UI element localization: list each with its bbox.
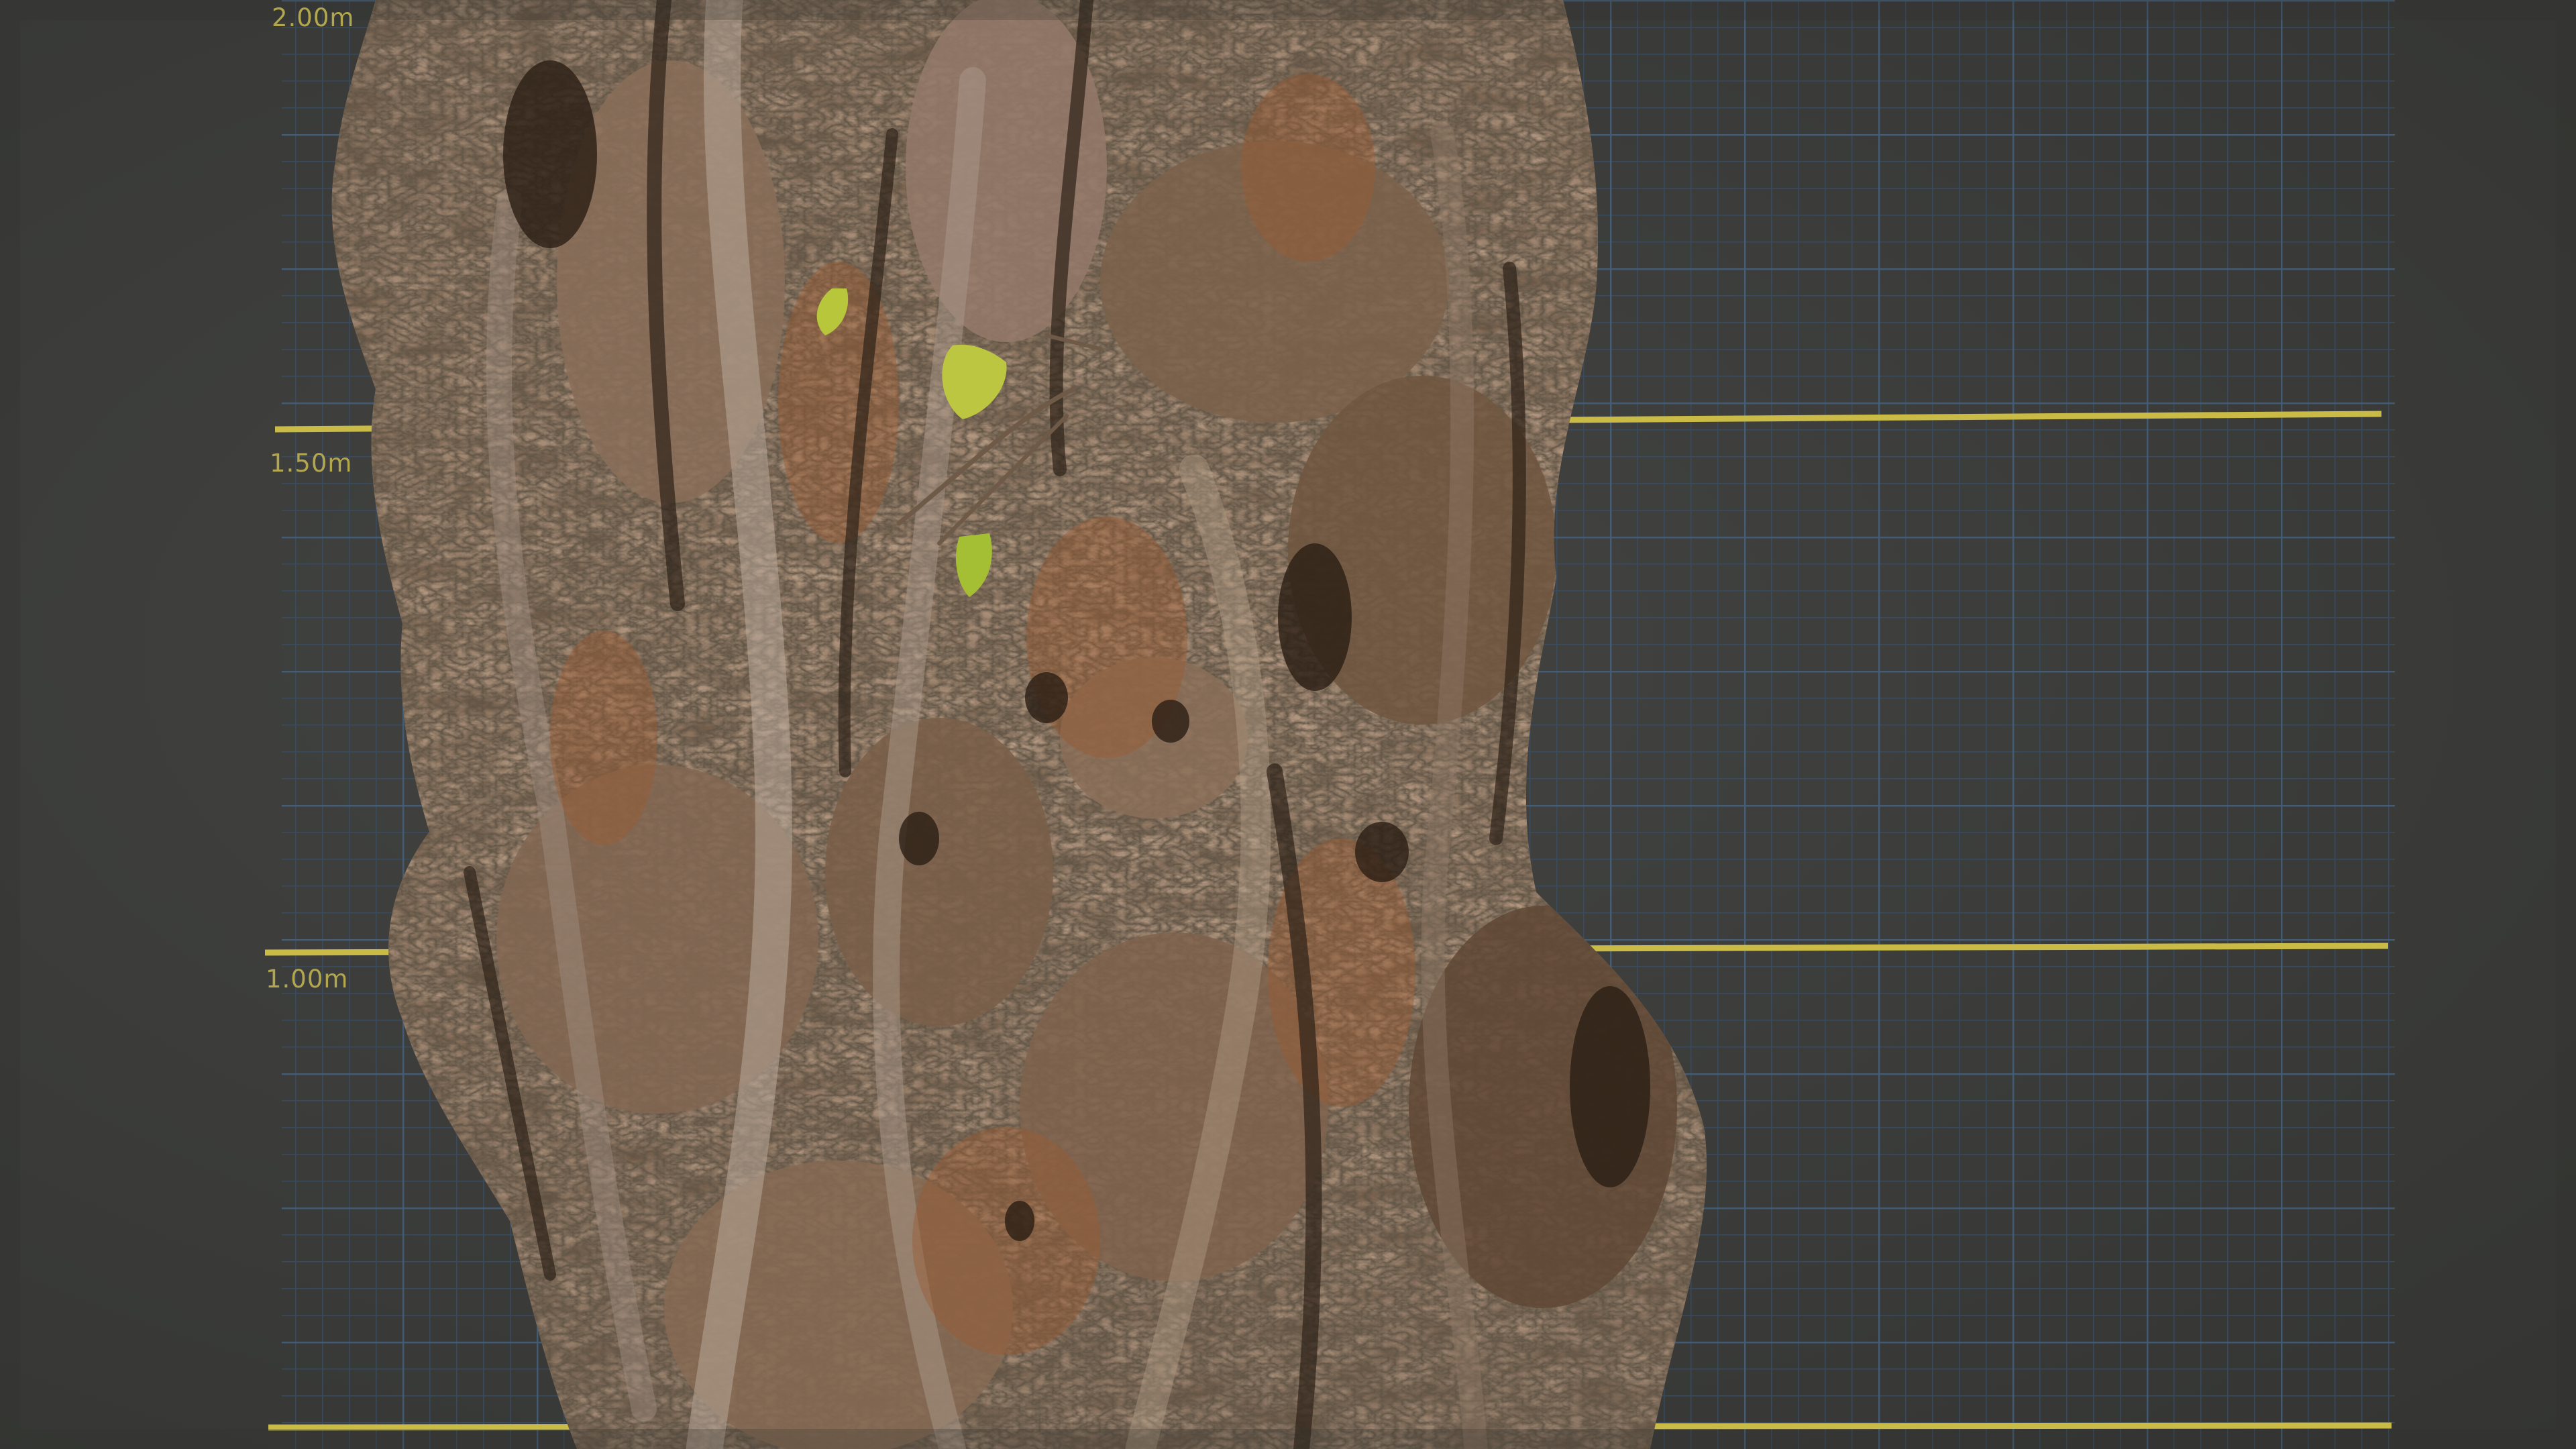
- photo-stage: 2.00m 1.50m 1.00m: [0, 0, 2576, 1449]
- scale-label-1-50: 1.50m: [270, 449, 353, 478]
- tree-trunk-photo: [0, 0, 2576, 1449]
- scale-label-2-00: 2.00m: [272, 3, 355, 32]
- scale-label-1-00: 1.00m: [266, 965, 349, 994]
